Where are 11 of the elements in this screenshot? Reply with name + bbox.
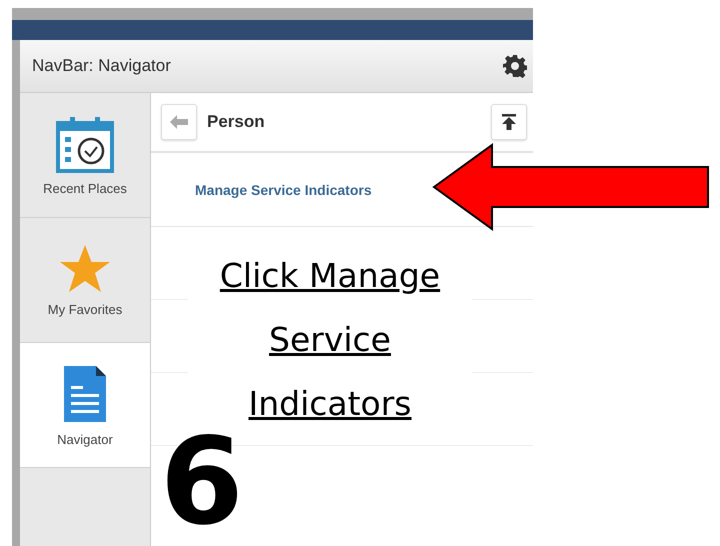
arrow-to-top-icon: [501, 114, 517, 130]
menu-link[interactable]: Manage Service Indicators: [195, 182, 372, 198]
sidebar-item[interactable]: Navigator: [20, 343, 150, 468]
breadcrumb-title: Person: [207, 112, 266, 132]
scroll-to-top-button[interactable]: [491, 104, 527, 140]
navbar-title: NavBar: Navigator: [32, 56, 171, 76]
settings-icon[interactable]: [503, 54, 527, 78]
left-arrow-icon: [170, 115, 188, 129]
star-icon: [59, 244, 111, 294]
pointer-arrow-icon: [432, 143, 710, 231]
document-icon: [62, 364, 108, 424]
